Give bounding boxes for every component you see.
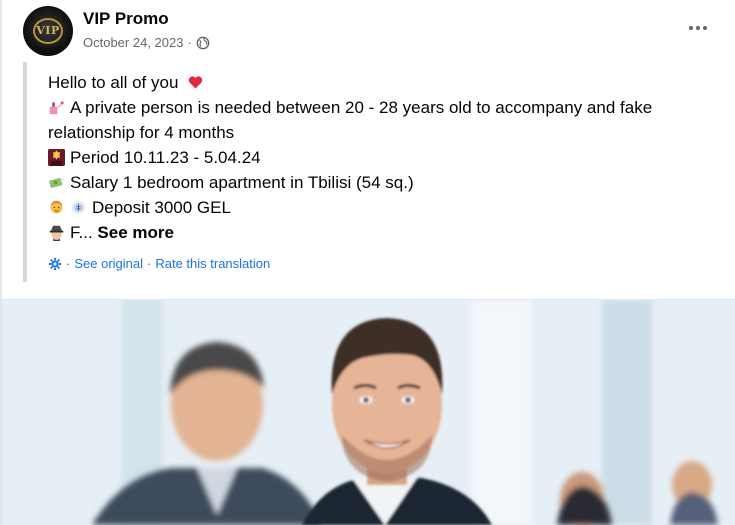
more-options-button[interactable] — [684, 18, 712, 38]
more-options-icon — [689, 26, 693, 30]
see-more-link[interactable]: See more — [97, 223, 174, 242]
translation-separator-2: · — [147, 256, 152, 271]
post-line-6: F... See more — [48, 220, 728, 245]
avatar[interactable]: VIP — [23, 6, 73, 56]
post-text: Hello to all of you A private person is … — [48, 70, 728, 245]
post-photo[interactable] — [2, 300, 735, 525]
gear-icon[interactable] — [48, 257, 62, 271]
money-with-wings-emoji — [49, 177, 65, 188]
post-line-5: Deposit 3000 GEL — [48, 195, 728, 220]
coin-emoji — [71, 200, 86, 215]
author-name[interactable]: VIP Promo — [83, 9, 169, 29]
person-emoji — [50, 200, 63, 214]
post-line-2: A private person is needed between 20 - … — [48, 98, 653, 142]
avatar-logo-text: VIP — [36, 24, 60, 37]
post-line-3: Period 10.11.23 - 5.04.24 — [48, 145, 728, 170]
fireworks-emoji — [48, 149, 65, 166]
nail-polish-emoji — [49, 101, 65, 115]
post-card: VIP VIP Promo October 24, 2023 · Hello t… — [0, 0, 735, 525]
translation-bar: · See original · Rate this translation — [48, 256, 270, 271]
post-line-4: Salary 1 bedroom apartment in Tbilisi (5… — [48, 170, 728, 195]
meta-separator: · — [187, 35, 192, 50]
globe-icon[interactable] — [196, 36, 210, 50]
see-original-link[interactable]: See original — [74, 256, 143, 271]
translation-separator: · — [66, 256, 71, 271]
detective-emoji — [49, 225, 64, 241]
photo-illustration — [2, 300, 735, 525]
post-date[interactable]: October 24, 2023 — [83, 35, 183, 50]
rate-translation-link[interactable]: Rate this translation — [155, 256, 270, 271]
post-meta: October 24, 2023 · — [83, 35, 210, 50]
post-line-1: Hello to all of you — [48, 70, 728, 95]
translation-quote-bar — [23, 62, 27, 282]
red-heart-emoji — [188, 76, 203, 89]
